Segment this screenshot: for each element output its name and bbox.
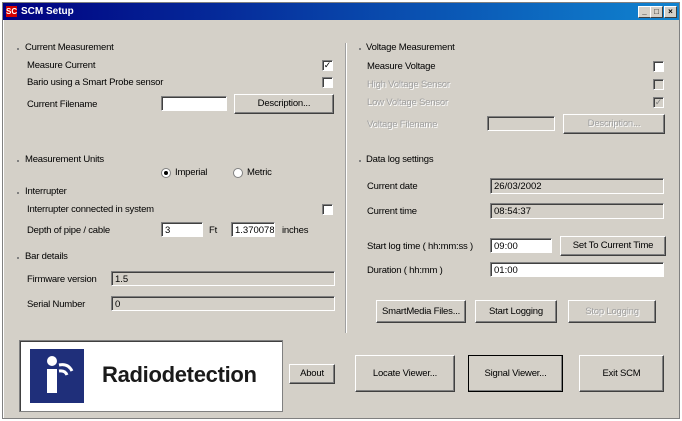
ft-unit-label: Ft [209, 225, 218, 236]
voltage-description-button[interactable]: Description... [563, 114, 665, 134]
measure-voltage-label: Measure Voltage [367, 61, 436, 72]
set-to-current-time-button[interactable]: Set To Current Time [560, 236, 666, 256]
check-icon: ✓ [323, 60, 332, 70]
smartmedia-files-button[interactable]: SmartMedia Files... [376, 300, 466, 323]
section-bullet [359, 160, 361, 162]
start-logging-button[interactable]: Start Logging [475, 300, 557, 323]
scm-setup-window: SC SCM Setup _ □ × Current Measurement M… [2, 2, 680, 419]
app-icon: SC [6, 6, 18, 17]
section-bullet [17, 257, 19, 259]
current-time-field: 08:54:37 [490, 203, 664, 219]
data-log-settings-heading: Data log settings [366, 154, 434, 165]
section-bullet [17, 48, 19, 50]
bario-smart-probe-label: Bario using a Smart Probe sensor [27, 77, 164, 88]
measure-current-checkbox[interactable]: ✓ [322, 60, 333, 71]
measure-current-label: Measure Current [27, 60, 96, 71]
depth-label: Depth of pipe / cable [27, 225, 110, 236]
depth-ft-input[interactable]: 3 [161, 222, 203, 237]
depth-inches-input[interactable]: 1.370078 [231, 222, 275, 237]
firmware-version-field: 1.5 [111, 271, 335, 286]
low-voltage-sensor-label: Low Voltage Sensor [367, 97, 448, 108]
current-date-label: Current date [367, 181, 418, 192]
duration-input[interactable]: 01:00 [490, 262, 664, 277]
duration-label: Duration ( hh:mm ) [367, 265, 443, 276]
interrupter-connected-label: Interrupter connected in system [27, 204, 154, 215]
imperial-radio[interactable] [161, 168, 171, 178]
about-button[interactable]: About [289, 364, 335, 384]
imperial-label: Imperial [175, 167, 208, 178]
low-voltage-sensor-checkbox[interactable]: ✓ [653, 97, 664, 108]
radiodetection-logo: Radiodetection [19, 340, 283, 412]
current-time-label: Current time [367, 206, 417, 217]
section-bullet [359, 48, 361, 50]
radiodetection-mark-icon [30, 349, 84, 403]
signal-viewer-button[interactable]: Signal Viewer... [468, 355, 563, 392]
section-bullet [17, 160, 19, 162]
radiodetection-wordmark: Radiodetection [102, 362, 257, 387]
check-icon: ✓ [654, 97, 663, 107]
high-voltage-sensor-label: High Voltage Sensor [367, 79, 450, 90]
current-filename-label: Current Filename [27, 99, 98, 110]
voltage-measurement-heading: Voltage Measurement [366, 42, 455, 53]
metric-label: Metric [247, 167, 272, 178]
section-bullet [17, 192, 19, 194]
window-title: SCM Setup [21, 6, 74, 17]
maximize-icon[interactable]: □ [650, 6, 663, 18]
stop-logging-button[interactable]: Stop Logging [568, 300, 656, 323]
inches-unit-label: inches [282, 225, 309, 236]
exit-scm-button[interactable]: Exit SCM [579, 355, 664, 392]
measure-voltage-checkbox[interactable] [653, 61, 664, 72]
interrupter-heading: Interrupter [25, 186, 67, 197]
voltage-filename-label: Voltage Filename [367, 119, 438, 130]
current-description-button[interactable]: Description... [234, 94, 334, 114]
locate-viewer-button[interactable]: Locate Viewer... [355, 355, 455, 392]
bar-details-heading: Bar details [25, 251, 68, 262]
close-icon[interactable]: × [664, 6, 677, 18]
metric-radio[interactable] [233, 168, 243, 178]
current-date-field: 26/03/2002 [490, 178, 664, 194]
serial-number-field: 0 [111, 296, 335, 311]
column-separator [345, 43, 347, 333]
start-log-time-label: Start log time ( hh:mm:ss ) [367, 241, 473, 252]
voltage-filename-input[interactable] [487, 116, 555, 131]
title-bar[interactable]: SC SCM Setup _ □ × [3, 3, 679, 20]
current-measurement-heading: Current Measurement [25, 42, 114, 53]
current-filename-input[interactable] [161, 96, 227, 111]
interrupter-connected-checkbox[interactable] [322, 204, 333, 215]
start-log-time-input[interactable]: 09:00 [490, 238, 552, 253]
measurement-units-heading: Measurement Units [25, 154, 104, 165]
serial-number-label: Serial Number [27, 299, 86, 310]
bario-smart-probe-checkbox[interactable] [322, 77, 333, 88]
high-voltage-sensor-checkbox[interactable] [653, 79, 664, 90]
firmware-version-label: Firmware version [27, 274, 97, 285]
